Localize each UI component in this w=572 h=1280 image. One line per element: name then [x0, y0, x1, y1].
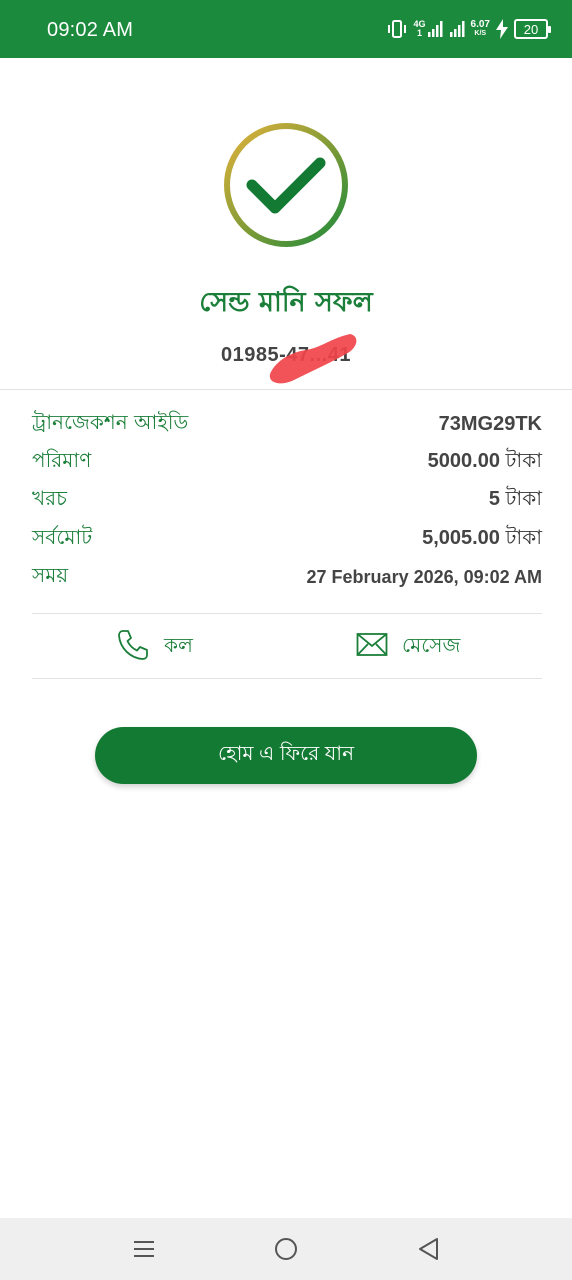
transaction-details: ট্রানজেকশন আইডি 73MG29TK পরিমাণ 5000.00 … — [32, 405, 542, 597]
detail-label: পরিমাণ — [32, 448, 92, 473]
system-nav-bar — [0, 1218, 572, 1280]
signal-4g-icon: 4G 1 — [414, 20, 443, 38]
back-triangle-icon[interactable] — [414, 1235, 444, 1263]
message-label: মেসেজ — [402, 632, 461, 657]
call-label: কল — [164, 632, 193, 657]
detail-value: 5 টাকা — [488, 486, 542, 511]
detail-row-total: সর্বমোট 5,005.00 টাকা — [32, 520, 542, 558]
status-icons: 4G 1 6.07 K/S 20 — [386, 16, 551, 42]
success-check-icon — [222, 121, 350, 249]
charging-icon — [496, 19, 508, 39]
call-button[interactable]: কল — [116, 627, 193, 667]
detail-label: সর্বমোট — [32, 524, 93, 549]
status-time: 09:02 AM — [47, 19, 134, 41]
divider — [32, 678, 542, 679]
signal-icon — [449, 20, 465, 38]
status-bar: 09:02 AM 4G 1 6.07 K/S 20 — [0, 0, 572, 58]
detail-row-time: সময় 27 February 2026, 09:02 AM — [32, 559, 542, 597]
detail-row-transaction-id: ট্রানজেকশন আইডি 73MG29TK — [32, 405, 542, 443]
divider — [0, 389, 572, 390]
speed-value: 6.07 — [470, 19, 490, 30]
redaction-mark — [262, 330, 362, 386]
battery-indicator: 20 — [514, 19, 551, 39]
envelope-icon — [356, 632, 388, 662]
detail-value: 5000.00 টাকা — [427, 448, 542, 473]
detail-value: 27 February 2026, 09:02 AM — [306, 567, 542, 588]
detail-value: 5,005.00 টাকা — [422, 524, 542, 549]
detail-label: সময় — [32, 563, 69, 588]
detail-label: খরচ — [32, 486, 67, 511]
detail-label: ট্রানজেকশন আইডি — [32, 409, 189, 434]
menu-icon[interactable] — [129, 1235, 159, 1263]
detail-value[interactable]: 73MG29TK — [439, 413, 542, 436]
success-title: সেন্ড মানি সফল — [199, 287, 373, 318]
home-circle-icon[interactable] — [271, 1235, 301, 1263]
message-button[interactable]: মেসেজ — [356, 627, 460, 667]
speed-unit: K/S — [474, 30, 487, 37]
phone-icon — [116, 628, 150, 666]
network-speed: 6.07 K/S — [471, 20, 490, 38]
vibrate-icon — [386, 19, 408, 39]
go-home-button[interactable]: হোম এ ফিরে যান — [95, 727, 477, 784]
network-sub: 1 — [417, 28, 423, 38]
divider — [32, 613, 542, 614]
detail-row-amount: পরিমাণ 5000.00 টাকা — [32, 443, 542, 481]
detail-row-charge: খরচ 5 টাকা — [32, 482, 542, 520]
